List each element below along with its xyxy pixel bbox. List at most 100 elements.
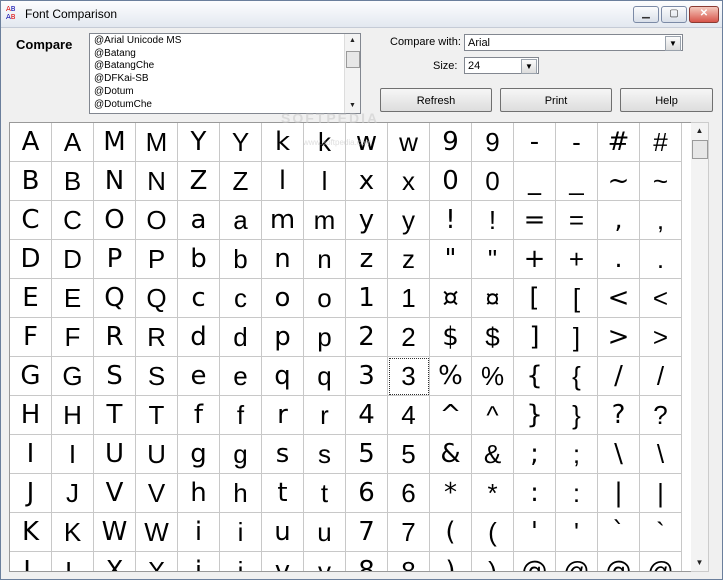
glyph-cell-base[interactable]: q xyxy=(304,357,346,396)
glyph-cell-compare[interactable]: Y xyxy=(178,123,220,162)
glyph-cell-base[interactable]: O xyxy=(136,201,178,240)
glyph-cell-base[interactable]: ` xyxy=(640,513,682,552)
glyph-cell-base[interactable]: B xyxy=(52,162,94,201)
glyph-cell-compare[interactable]: W xyxy=(94,513,136,552)
close-button[interactable]: ✕ xyxy=(689,6,719,23)
grid-scroll-thumb[interactable] xyxy=(692,140,708,159)
glyph-cell-compare[interactable]: n xyxy=(262,240,304,279)
glyph-cell-compare[interactable]: # xyxy=(598,123,640,162)
glyph-cell-compare[interactable]: m xyxy=(262,201,304,240)
glyph-cell-compare[interactable]: " xyxy=(430,240,472,279)
glyph-cell-compare[interactable]: / xyxy=(598,357,640,396)
glyph-cell-base[interactable]: a xyxy=(220,201,262,240)
glyph-cell-base[interactable]: d xyxy=(220,318,262,357)
glyph-cell-compare[interactable]: G xyxy=(10,357,52,396)
glyph-cell-base[interactable]: x xyxy=(388,162,430,201)
glyph-cell-compare[interactable]: ? xyxy=(598,396,640,435)
glyph-cell-base[interactable]: F xyxy=(52,318,94,357)
glyph-cell-base[interactable]: n xyxy=(304,240,346,279)
glyph-cell-compare[interactable]: : xyxy=(514,474,556,513)
glyph-cell-compare[interactable]: K xyxy=(10,513,52,552)
glyph-cell-compare[interactable]: , xyxy=(598,201,640,240)
glyph-cell-compare[interactable]: f xyxy=(178,396,220,435)
glyph-cell-compare[interactable]: ] xyxy=(514,318,556,357)
glyph-cell-base[interactable]: R xyxy=(136,318,178,357)
glyph-cell-compare[interactable]: ~ xyxy=(598,162,640,201)
font-list-item[interactable]: @Batang xyxy=(94,48,181,61)
glyph-cell-compare[interactable]: P xyxy=(94,240,136,279)
glyph-cell-base[interactable]: @ xyxy=(640,552,682,571)
glyph-cell-base[interactable]: l xyxy=(304,162,346,201)
glyph-cell-compare[interactable]: ¤ xyxy=(430,279,472,318)
glyph-cell-base[interactable]: 4 xyxy=(388,396,430,435)
glyph-cell-base[interactable]: e xyxy=(220,357,262,396)
glyph-cell-base[interactable]: X xyxy=(136,552,178,571)
glyph-cell-compare[interactable]: c xyxy=(178,279,220,318)
glyph-cell-base[interactable]: \ xyxy=(640,435,682,474)
glyph-cell-base[interactable]: u xyxy=(304,513,346,552)
glyph-cell-compare[interactable]: ` xyxy=(598,513,640,552)
glyph-cell-compare[interactable]: h xyxy=(178,474,220,513)
glyph-cell-base[interactable]: c xyxy=(220,279,262,318)
font-list-item[interactable]: @BatangChe xyxy=(94,60,181,73)
glyph-cell-base[interactable]: W xyxy=(136,513,178,552)
glyph-cell-base[interactable]: = xyxy=(556,201,598,240)
glyph-cell-base[interactable]: m xyxy=(304,201,346,240)
glyph-cell-compare[interactable]: H xyxy=(10,396,52,435)
font-list[interactable]: @Arial Unicode MS @Batang @BatangChe @DFKai… xyxy=(89,33,361,114)
glyph-cell-base[interactable]: [ xyxy=(556,279,598,318)
glyph-cell-base[interactable]: 7 xyxy=(388,513,430,552)
glyph-cell-compare[interactable]: B xyxy=(10,162,52,201)
glyph-cell-base[interactable]: f xyxy=(220,396,262,435)
glyph-cell-base[interactable]: % xyxy=(472,357,514,396)
title-bar[interactable]: AB AB Font Comparison ▁ ▢ ✕ xyxy=(1,1,722,28)
glyph-cell-base[interactable]: , xyxy=(640,201,682,240)
glyph-cell-base[interactable]: z xyxy=(388,240,430,279)
glyph-cell-base[interactable]: 2 xyxy=(388,318,430,357)
glyph-cell-compare[interactable]: M xyxy=(94,123,136,162)
glyph-cell-compare[interactable]: % xyxy=(430,357,472,396)
glyph-cell-base[interactable]: w xyxy=(388,123,430,162)
font-list-scrollbar[interactable]: ▲ ▼ xyxy=(344,34,360,113)
glyph-cell-compare[interactable]: N xyxy=(94,162,136,201)
glyph-cell-base[interactable]: Z xyxy=(220,162,262,201)
glyph-cell-compare[interactable]: @ xyxy=(514,552,556,571)
glyph-cell-base[interactable]: " xyxy=(472,240,514,279)
glyph-cell-base[interactable]: ¤ xyxy=(472,279,514,318)
font-list-scroll-thumb[interactable] xyxy=(346,51,360,68)
glyph-cell-base[interactable]: J xyxy=(52,474,94,513)
minimize-button[interactable]: ▁ xyxy=(633,6,659,23)
glyph-comparison-grid[interactable]: A A M M Y Yk k w w 9 9- - # # B B N N Z Zl l x x 0 0 _ _ ~ ~ C C O Oa a m m… xyxy=(9,122,693,572)
glyph-cell-compare[interactable]: d xyxy=(178,318,220,357)
glyph-cell-compare[interactable]: X xyxy=(94,552,136,571)
glyph-cell-compare[interactable]: ) xyxy=(430,552,472,571)
size-dropdown[interactable]: 24 ▼ xyxy=(464,57,539,74)
glyph-cell-base[interactable]: ! xyxy=(472,201,514,240)
glyph-cell-compare[interactable]: 7 xyxy=(346,513,388,552)
glyph-cell-base[interactable]: G xyxy=(52,357,94,396)
glyph-cell-compare[interactable]: j xyxy=(178,552,220,571)
glyph-cell-base[interactable]: 0 xyxy=(472,162,514,201)
glyph-cell-compare[interactable]: + xyxy=(514,240,556,279)
glyph-cell-base[interactable]: t xyxy=(304,474,346,513)
glyph-cell-base[interactable]: > xyxy=(640,318,682,357)
glyph-cell-compare[interactable]: z xyxy=(346,240,388,279)
glyph-cell-compare[interactable]: g xyxy=(178,435,220,474)
glyph-cell-base[interactable]: M xyxy=(136,123,178,162)
glyph-cell-base[interactable]: } xyxy=(556,396,598,435)
glyph-cell-compare[interactable]: y xyxy=(346,201,388,240)
glyph-cell-base[interactable]: < xyxy=(640,279,682,318)
glyph-cell-compare[interactable]: { xyxy=(514,357,556,396)
refresh-button[interactable]: Refresh xyxy=(380,88,492,112)
glyph-cell-compare[interactable]: p xyxy=(262,318,304,357)
glyph-cell-base[interactable]: h xyxy=(220,474,262,513)
glyph-cell-base[interactable]: L xyxy=(52,552,94,571)
glyph-cell-compare[interactable]: < xyxy=(598,279,640,318)
glyph-cell-base[interactable]: K xyxy=(52,513,94,552)
compare-with-dropdown[interactable]: Arial ▼ xyxy=(464,34,683,51)
glyph-cell-compare[interactable]: q xyxy=(262,357,304,396)
glyph-cell-compare[interactable]: k xyxy=(262,123,304,162)
glyph-cell-base[interactable]: V xyxy=(136,474,178,513)
glyph-cell-compare[interactable]: ^ xyxy=(430,396,472,435)
glyph-cell-base[interactable]: o xyxy=(304,279,346,318)
